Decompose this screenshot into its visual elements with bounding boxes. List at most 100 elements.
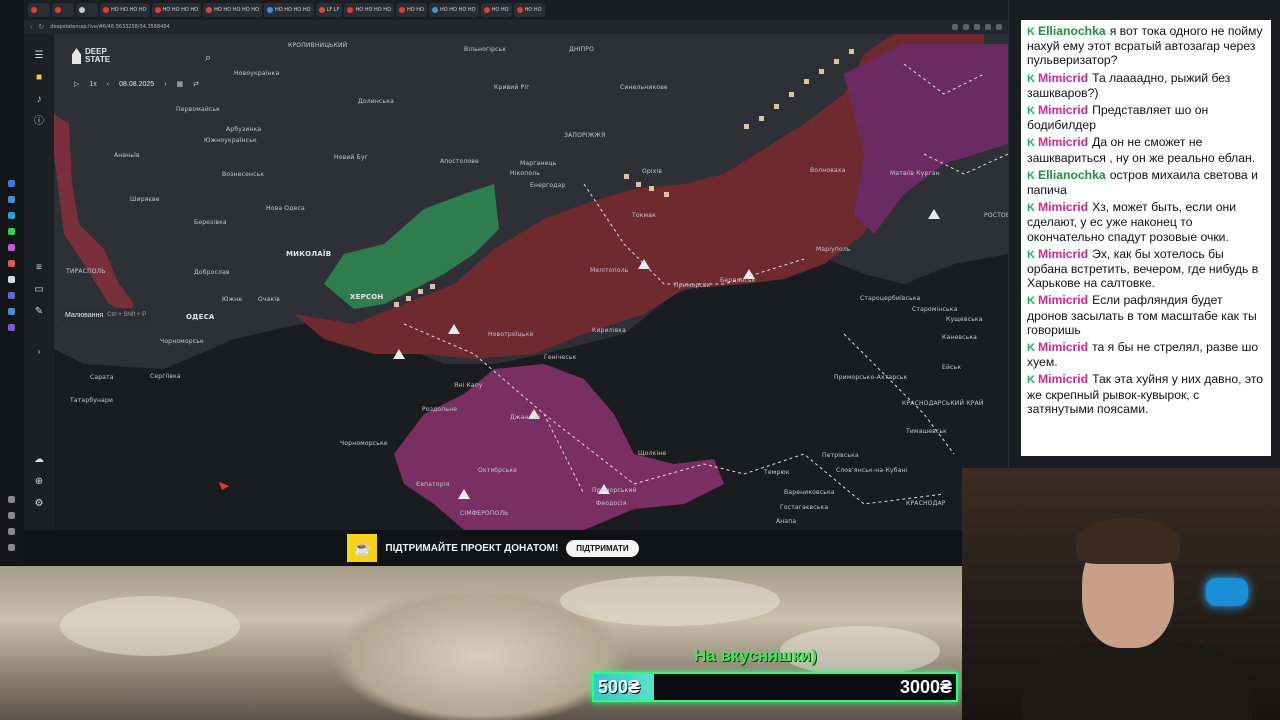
tab-favicon-icon [31, 7, 37, 13]
menu-icon[interactable]: ☰ [33, 50, 45, 62]
extension-icon[interactable] [963, 24, 969, 30]
browser-tab[interactable]: HO HO HO HO HO [203, 3, 262, 17]
search-icon[interactable]: ⌕ [205, 52, 211, 65]
map-place-label: КРОПИВНИЦЬКИЙ [288, 42, 348, 49]
keyboard-icon[interactable]: ▭ [33, 284, 45, 296]
calendar-icon[interactable]: ▦ [177, 80, 184, 88]
app-icon[interactable] [8, 308, 15, 315]
browser-tab[interactable]: HO HO HO HO [100, 3, 150, 17]
url-text[interactable]: deepstatemap.live/#6/46.5633258/34.35684… [50, 24, 170, 30]
app-icon[interactable] [8, 180, 15, 187]
next-date-icon[interactable]: › [164, 81, 166, 88]
app-icon[interactable] [8, 512, 15, 519]
app-icon[interactable] [8, 544, 15, 551]
extension-icon[interactable] [985, 24, 991, 30]
browser-tab[interactable]: HO HO [396, 3, 427, 17]
app-icon[interactable] [8, 260, 15, 267]
reload-icon[interactable]: ↻ [38, 23, 44, 31]
compare-icon[interactable]: ⇄ [193, 80, 199, 88]
chat-username[interactable]: Mimicrid [1038, 372, 1088, 386]
streamer-body [1022, 638, 1252, 720]
chat-username[interactable]: Mimicrid [1038, 71, 1088, 85]
browser-tab[interactable]: HO HO [480, 3, 512, 17]
play-icon[interactable]: ▷ [74, 80, 79, 88]
back-icon[interactable]: ‹ [30, 24, 32, 31]
map-place-label: Маріуполь [816, 246, 851, 253]
browser-tab[interactable]: HO HO HO HO [344, 3, 395, 17]
chat-username[interactable]: Mimicrid [1038, 340, 1088, 354]
browser-tab[interactable]: HO HO HO HO [429, 3, 479, 17]
speed-button[interactable]: 1x [89, 81, 96, 88]
date-display[interactable]: 08.08.2025 [119, 81, 154, 88]
satellite-icon[interactable]: ⊕ [33, 476, 45, 488]
chat-message: K Mimicrid Так эта хуйня у них давно, это … [1027, 372, 1265, 416]
app-icon[interactable] [8, 244, 15, 251]
tab-favicon-icon [266, 7, 273, 13]
chat-username[interactable]: Mimicrid [1038, 293, 1088, 307]
extension-icon[interactable] [952, 24, 958, 30]
browser-tab[interactable]: HO HO [513, 3, 545, 17]
drawing-tooltip: Малювання Ctrl + Shift + P [60, 308, 152, 322]
app-icon[interactable] [8, 212, 15, 219]
info-icon[interactable]: ⓘ [33, 116, 45, 128]
browser-tab[interactable] [28, 3, 50, 17]
app-icon[interactable] [8, 276, 15, 283]
browser-tab[interactable]: LF LF [315, 3, 343, 17]
chat-username[interactable]: Mimicrid [1038, 200, 1088, 214]
map-place-label: РОСТОВ-НА-ДОНУ [984, 212, 1008, 219]
app-icon[interactable] [8, 528, 15, 535]
dust-cloud [560, 576, 780, 626]
kick-badge-icon: K [1027, 342, 1035, 355]
app-icon[interactable] [8, 228, 15, 235]
kick-badge-icon: K [1027, 26, 1035, 38]
map-place-label: Темрюк [764, 469, 790, 476]
brand-name: DEEP STATE [85, 47, 111, 64]
prev-date-icon[interactable]: ‹ [107, 81, 109, 88]
draw-icon[interactable]: ✎ [33, 306, 45, 318]
tab-label: LF LF [326, 7, 340, 13]
map-place-label: Сарата [90, 374, 114, 381]
chat-messages: K Ellianochka я вот тока одного не пойму н… [1021, 20, 1271, 456]
map-place-label: Октябрське [478, 467, 518, 474]
goal-target: 3000₴ [899, 677, 952, 697]
browser-tab[interactable] [76, 3, 98, 17]
tooltip-label: Малювання [65, 311, 104, 319]
map-place-label: Щолкіне [638, 450, 667, 457]
chat-username[interactable]: Ellianochka [1038, 24, 1106, 38]
chat-username[interactable]: Mimicrid [1038, 135, 1088, 149]
chat-username[interactable]: Mimicrid [1038, 103, 1088, 117]
bell-icon[interactable]: ♪ [33, 94, 45, 106]
extension-icon[interactable] [996, 24, 1002, 30]
chat-username[interactable]: Mimicrid [1038, 247, 1088, 261]
browser-tab[interactable]: HO HO HO HO [151, 3, 202, 17]
cloud-icon[interactable]: ☁ [33, 454, 45, 466]
flag-icon[interactable]: ■ [33, 72, 45, 84]
app-icon[interactable] [8, 292, 15, 299]
map-place-label: Кущевська [946, 316, 983, 323]
settings-icon[interactable]: ⚙ [33, 498, 45, 510]
app-icon[interactable] [8, 324, 15, 331]
chat-username[interactable]: Ellianochka [1038, 168, 1106, 182]
chevron-right-icon[interactable]: › [33, 346, 45, 358]
map-view[interactable]: КРОПИВНИЦЬКИЙ Новоукраїнка Вільногірськ ДНІ… [24, 34, 1008, 530]
tab-favicon-icon [347, 7, 354, 13]
map-place-label: Новоукраїнка [234, 70, 280, 77]
map-place-label: Березівка [194, 219, 227, 226]
app-icon[interactable] [8, 196, 15, 203]
app-icon[interactable] [8, 496, 15, 503]
screen: HO HO HO HO HO HO HO HO HO HO HO HO HO HO H… [0, 0, 1280, 720]
browser-tab[interactable]: HO HO HO HO [263, 3, 314, 17]
deepstate-logo[interactable]: DEEP STATE [72, 48, 125, 64]
chat-message: K Ellianochka остров михаила светова и пап… [1027, 168, 1265, 197]
tab-label: HO HO HO HO [111, 7, 147, 13]
map-place-label: Енергодар [530, 182, 566, 189]
map-place-label: Яні Капу [454, 382, 483, 389]
kick-badge-icon: K [1027, 169, 1035, 182]
extension-icon[interactable] [974, 24, 980, 30]
map-place-label: Приморсько-Ахтарськ [834, 374, 908, 381]
donate-button[interactable]: ПІДТРИМАТИ [566, 539, 639, 557]
layers-icon[interactable]: ≡ [33, 262, 45, 274]
address-bar[interactable]: ‹ ↻ deepstatemap.live/#6/46.5633258/34.3… [24, 20, 1008, 34]
browser-tab[interactable] [52, 3, 74, 17]
map-place-label: Апостолове [440, 158, 479, 165]
